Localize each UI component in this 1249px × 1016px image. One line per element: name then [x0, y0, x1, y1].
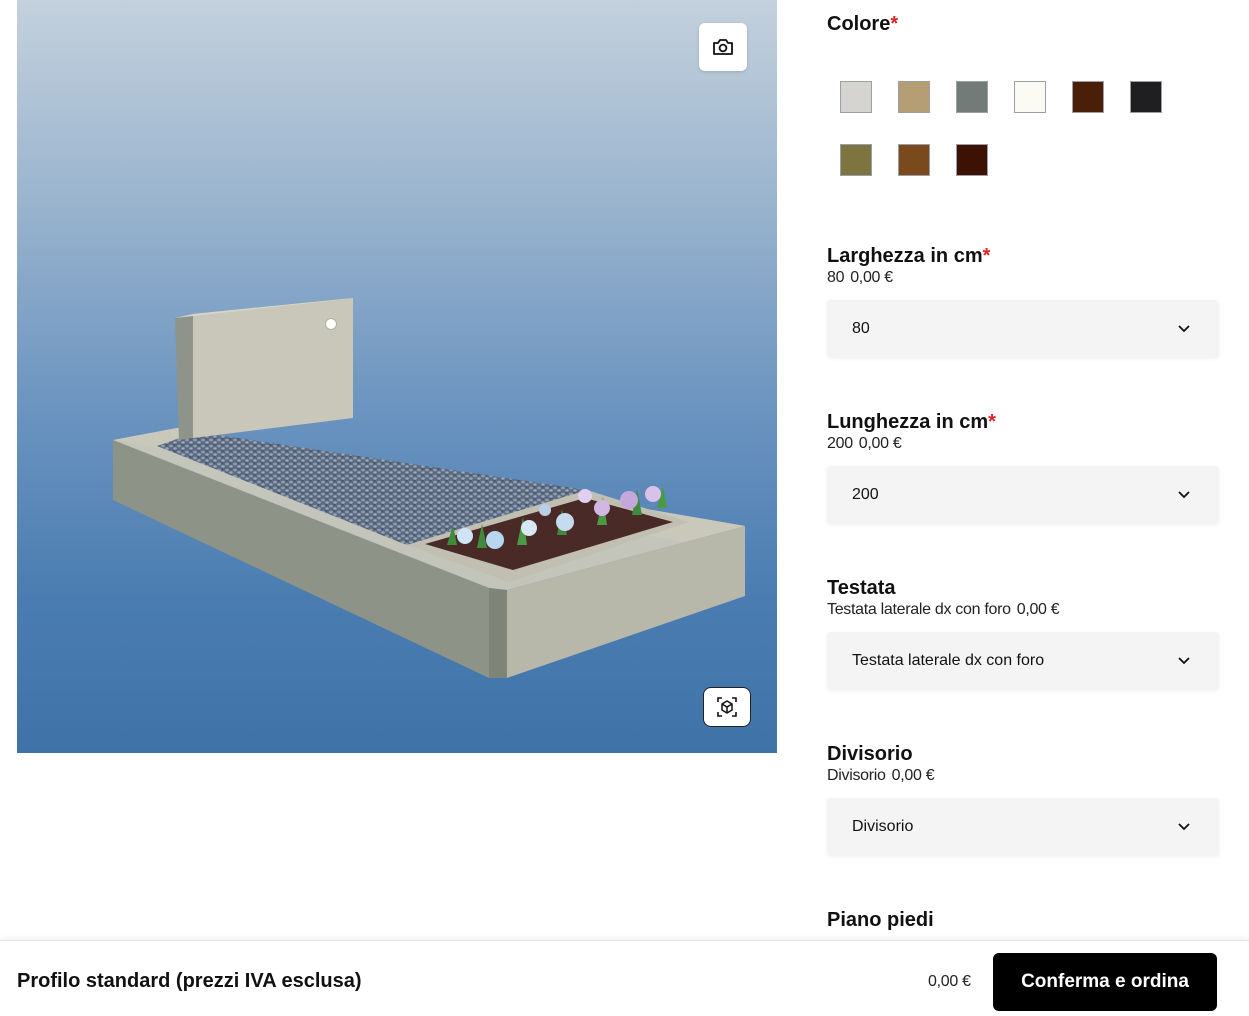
confirm-order-button[interactable]: Conferma e ordina — [993, 953, 1217, 1011]
required-mark: * — [982, 245, 991, 267]
larghezza-summary: 80 0,00 € — [827, 269, 893, 286]
color-swatch[interactable] — [898, 144, 930, 176]
camera-icon — [713, 39, 733, 55]
chevron-down-icon — [1178, 823, 1190, 831]
lunghezza-select[interactable]: 200 — [827, 466, 1219, 524]
chevron-down-icon — [1178, 491, 1190, 499]
larghezza-select[interactable]: 80 — [827, 300, 1219, 358]
divisorio-select[interactable]: Divisorio — [827, 798, 1219, 856]
color-swatch[interactable] — [898, 81, 930, 113]
color-swatch[interactable] — [1072, 81, 1104, 113]
testata-title: Testata — [827, 577, 896, 599]
chevron-down-icon — [1178, 657, 1190, 665]
ar-view-button[interactable] — [703, 687, 751, 727]
screenshot-button[interactable] — [699, 23, 747, 71]
color-swatch[interactable] — [840, 144, 872, 176]
colore-title: Colore* — [827, 13, 899, 35]
color-swatch[interactable] — [956, 81, 988, 113]
required-mark: * — [890, 13, 899, 35]
color-swatch[interactable] — [1014, 81, 1046, 113]
chevron-down-icon — [1178, 325, 1190, 333]
testata-select[interactable]: Testata laterale dx con foro — [827, 632, 1219, 690]
required-mark: * — [988, 411, 996, 433]
total-price: 0,00 € — [928, 973, 971, 990]
color-swatch[interactable] — [1130, 81, 1162, 113]
larghezza-title: Larghezza in cm* — [827, 245, 991, 267]
lunghezza-title: Lunghezza in cm* — [827, 411, 996, 433]
product-3d-viewer[interactable] — [17, 0, 777, 753]
order-footer: Profilo standard (prezzi IVA esclusa) 0,… — [0, 940, 1249, 1016]
divisorio-summary: Divisorio 0,00 € — [827, 767, 935, 784]
ar-cube-icon — [717, 697, 737, 717]
color-swatch[interactable] — [840, 81, 872, 113]
piano-piedi-title: Piano piedi — [827, 909, 934, 931]
testata-summary: Testata laterale dx con foro 0,00 € — [827, 601, 1060, 618]
price-profile-label: Profilo standard (prezzi IVA esclusa) — [17, 970, 362, 992]
grave-3d-model[interactable] — [17, 0, 777, 753]
divisorio-title: Divisorio — [827, 743, 913, 765]
color-swatch[interactable] — [956, 144, 988, 176]
lunghezza-summary: 200 0,00 € — [827, 435, 902, 452]
